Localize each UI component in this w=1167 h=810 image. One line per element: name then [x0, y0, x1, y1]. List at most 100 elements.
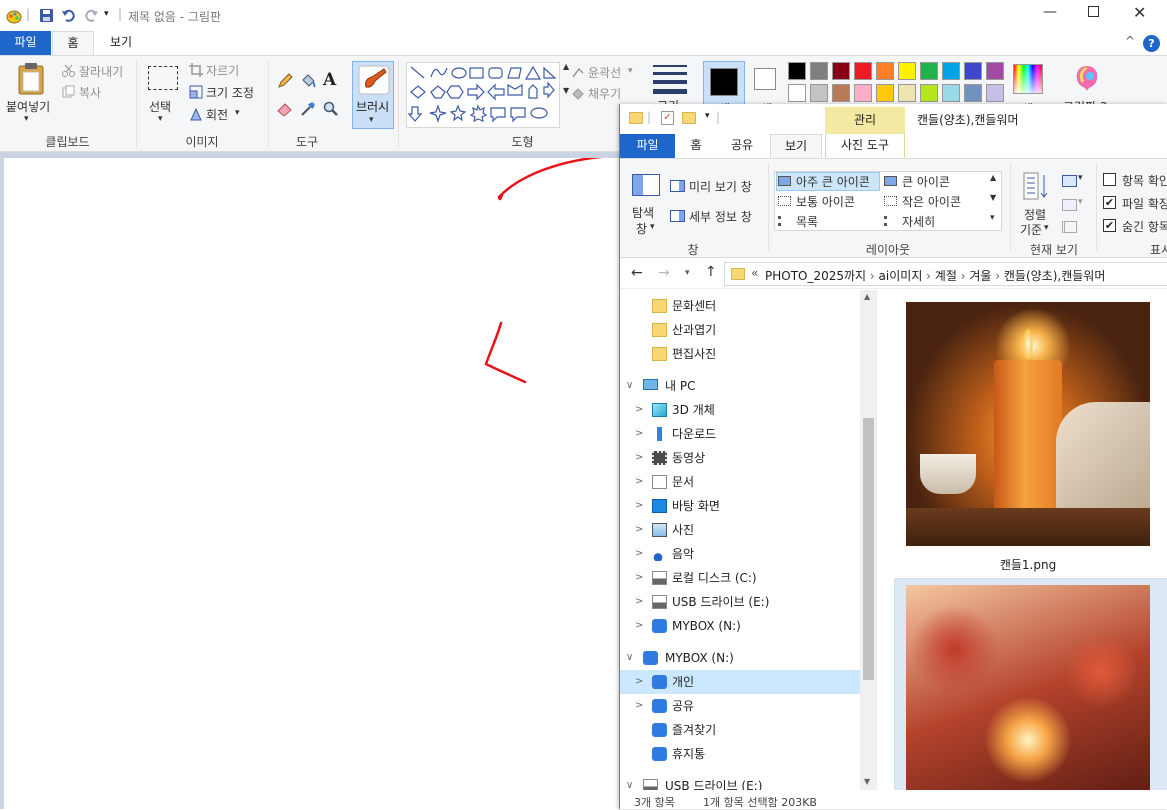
nav-tree-item[interactable]: 산과엽기 — [620, 318, 860, 342]
cut-button[interactable]: 잘라내기 — [79, 63, 123, 80]
palette-color-swatch[interactable] — [788, 62, 806, 80]
forward-arrow-icon[interactable]: → — [658, 265, 670, 281]
cut-icon[interactable] — [62, 64, 75, 77]
tab-view[interactable]: 보기 — [770, 134, 822, 159]
add-columns-dropdown-icon[interactable]: ▾ — [1078, 197, 1083, 207]
resize-button[interactable]: 크기 조정 — [206, 84, 254, 101]
palette-color-swatch[interactable] — [942, 62, 960, 80]
palette-color-swatch[interactable] — [942, 84, 960, 102]
fill-icon[interactable] — [571, 86, 585, 100]
paint3d-icon[interactable] — [1073, 64, 1101, 94]
chevron-right-icon[interactable]: > — [635, 542, 643, 566]
breadcrumb-item[interactable]: ai이미지 — [879, 269, 923, 283]
nav-tree-item[interactable]: > USB 드라이브 (E:) — [620, 590, 860, 614]
color-picker-icon[interactable] — [300, 101, 316, 117]
palette-color-swatch[interactable] — [920, 84, 938, 102]
chevron-right-icon[interactable]: > — [635, 518, 643, 542]
color1-button[interactable] — [703, 61, 745, 105]
layout-list[interactable]: 목록 — [796, 213, 818, 230]
copy-button[interactable]: 복사 — [79, 84, 101, 101]
chevron-right-icon[interactable]: > — [635, 398, 643, 422]
breadcrumb-separator-icon[interactable]: › — [922, 269, 934, 283]
navigation-pane-button[interactable]: 탐색 — [632, 204, 654, 221]
sort-by-button-l2[interactable]: 기준 — [1020, 221, 1042, 238]
sort-by-icon[interactable] — [1022, 171, 1050, 201]
palette-color-swatch[interactable] — [854, 84, 872, 102]
magnifier-icon[interactable] — [323, 101, 339, 117]
nav-tree-item[interactable]: > 바탕 화면 — [620, 494, 860, 518]
palette-color-swatch[interactable] — [810, 62, 828, 80]
palette-color-swatch[interactable] — [920, 62, 938, 80]
minimize-icon[interactable]: — — [1043, 4, 1057, 20]
chevron-down-icon[interactable]: ∨ — [626, 646, 633, 670]
brush-button[interactable]: 브러시 ▾ — [352, 61, 394, 129]
paste-button[interactable]: 붙여넣기 — [6, 98, 50, 115]
shapes-scroll-down-icon[interactable]: ▼ — [563, 86, 569, 95]
outline-dropdown-icon[interactable]: ▾ — [628, 66, 633, 76]
text-tool-icon[interactable]: A — [323, 70, 336, 90]
layout-scroll-up-icon[interactable]: ▲ — [990, 173, 996, 182]
chevron-right-icon[interactable]: > — [635, 422, 643, 446]
layout-details[interactable]: 자세히 — [902, 213, 935, 230]
breadcrumb-separator-icon[interactable]: › — [866, 269, 878, 283]
chevron-down-icon[interactable]: ∨ — [626, 374, 633, 398]
nav-tree-item[interactable]: > 동영상 — [620, 446, 860, 470]
crop-icon[interactable] — [189, 63, 203, 77]
size-button[interactable] — [653, 63, 687, 94]
palette-color-swatch[interactable] — [986, 62, 1004, 80]
shapes-gallery[interactable] — [406, 62, 560, 128]
redo-icon[interactable] — [83, 8, 99, 23]
tab-file[interactable]: 파일 — [620, 134, 675, 158]
nav-tree-item[interactable]: > MYBOX (N:) — [620, 614, 860, 638]
chevron-right-icon[interactable]: > — [635, 470, 643, 494]
save-icon[interactable] — [39, 8, 54, 23]
nav-tree-item[interactable]: > 음악 — [620, 542, 860, 566]
palette-color-swatch[interactable] — [854, 62, 872, 80]
address-bar[interactable]: « PHOTO_2025까지 › ai이미지 › 계절 › 겨울 › 캔들(양초… — [724, 262, 1167, 286]
tab-home[interactable]: 홈 — [676, 134, 716, 158]
file-extensions-checkbox[interactable]: ✔ — [1103, 196, 1116, 209]
palette-color-swatch[interactable] — [876, 84, 894, 102]
qat-customize-icon[interactable]: ▾ — [705, 111, 710, 121]
layout-xl-icons[interactable]: 아주 큰 아이콘 — [796, 173, 870, 190]
color2-swatch[interactable] — [754, 68, 776, 90]
tab-file[interactable]: 파일 — [0, 31, 51, 55]
select-button[interactable]: 선택 — [149, 98, 171, 115]
navigation-pane-icon[interactable] — [632, 174, 660, 196]
palette-color-swatch[interactable] — [898, 62, 916, 80]
palette-color-swatch[interactable] — [964, 84, 982, 102]
palette-color-swatch[interactable] — [986, 84, 1004, 102]
details-pane-button[interactable]: 세부 정보 창 — [689, 208, 752, 225]
resize-icon[interactable] — [189, 85, 203, 99]
nav-tree-item[interactable]: > 공유 — [620, 694, 860, 718]
palette-color-swatch[interactable] — [898, 84, 916, 102]
nav-tree-item[interactable]: > 다운로드 — [620, 422, 860, 446]
breadcrumb-item[interactable]: 겨울 — [969, 269, 991, 283]
properties-icon[interactable]: ✓ — [661, 111, 674, 125]
nav-tree-item[interactable]: > 개인 — [620, 670, 860, 694]
tab-photo-tools[interactable]: 사진 도구 — [825, 134, 905, 158]
nav-tree-item[interactable]: 편집사진 — [620, 342, 860, 366]
nav-tree-item[interactable]: 휴지통 — [620, 742, 860, 766]
palette-color-swatch[interactable] — [788, 84, 806, 102]
up-arrow-icon[interactable]: ↑ — [705, 264, 717, 280]
breadcrumb-item[interactable]: 계절 — [935, 269, 957, 283]
group-by-icon[interactable] — [1062, 175, 1077, 187]
recent-locations-icon[interactable]: ▾ — [685, 268, 690, 278]
nav-tree-item[interactable]: ∨ 내 PC — [620, 374, 860, 398]
group-by-dropdown-icon[interactable]: ▾ — [1078, 173, 1083, 183]
shapes-scroll-up-icon[interactable]: ▲ — [563, 62, 569, 71]
palette-color-swatch[interactable] — [810, 84, 828, 102]
nav-scrollbar[interactable]: ▲ ▼ — [860, 290, 877, 790]
outline-icon[interactable] — [571, 65, 585, 79]
new-folder-icon[interactable] — [682, 112, 696, 124]
edit-colors-icon[interactable] — [1013, 64, 1043, 94]
palette-color-swatch[interactable] — [876, 62, 894, 80]
size-columns-icon[interactable] — [1062, 221, 1077, 233]
layout-large-icons[interactable]: 큰 아이콘 — [902, 173, 950, 190]
drawing-canvas[interactable] — [4, 158, 620, 809]
file-thumbnail-candle1[interactable] — [906, 302, 1150, 546]
breadcrumb-separator-icon[interactable]: › — [957, 269, 969, 283]
eraser-icon[interactable] — [277, 101, 293, 117]
rotate-dropdown-icon[interactable]: ▾ — [235, 108, 240, 118]
